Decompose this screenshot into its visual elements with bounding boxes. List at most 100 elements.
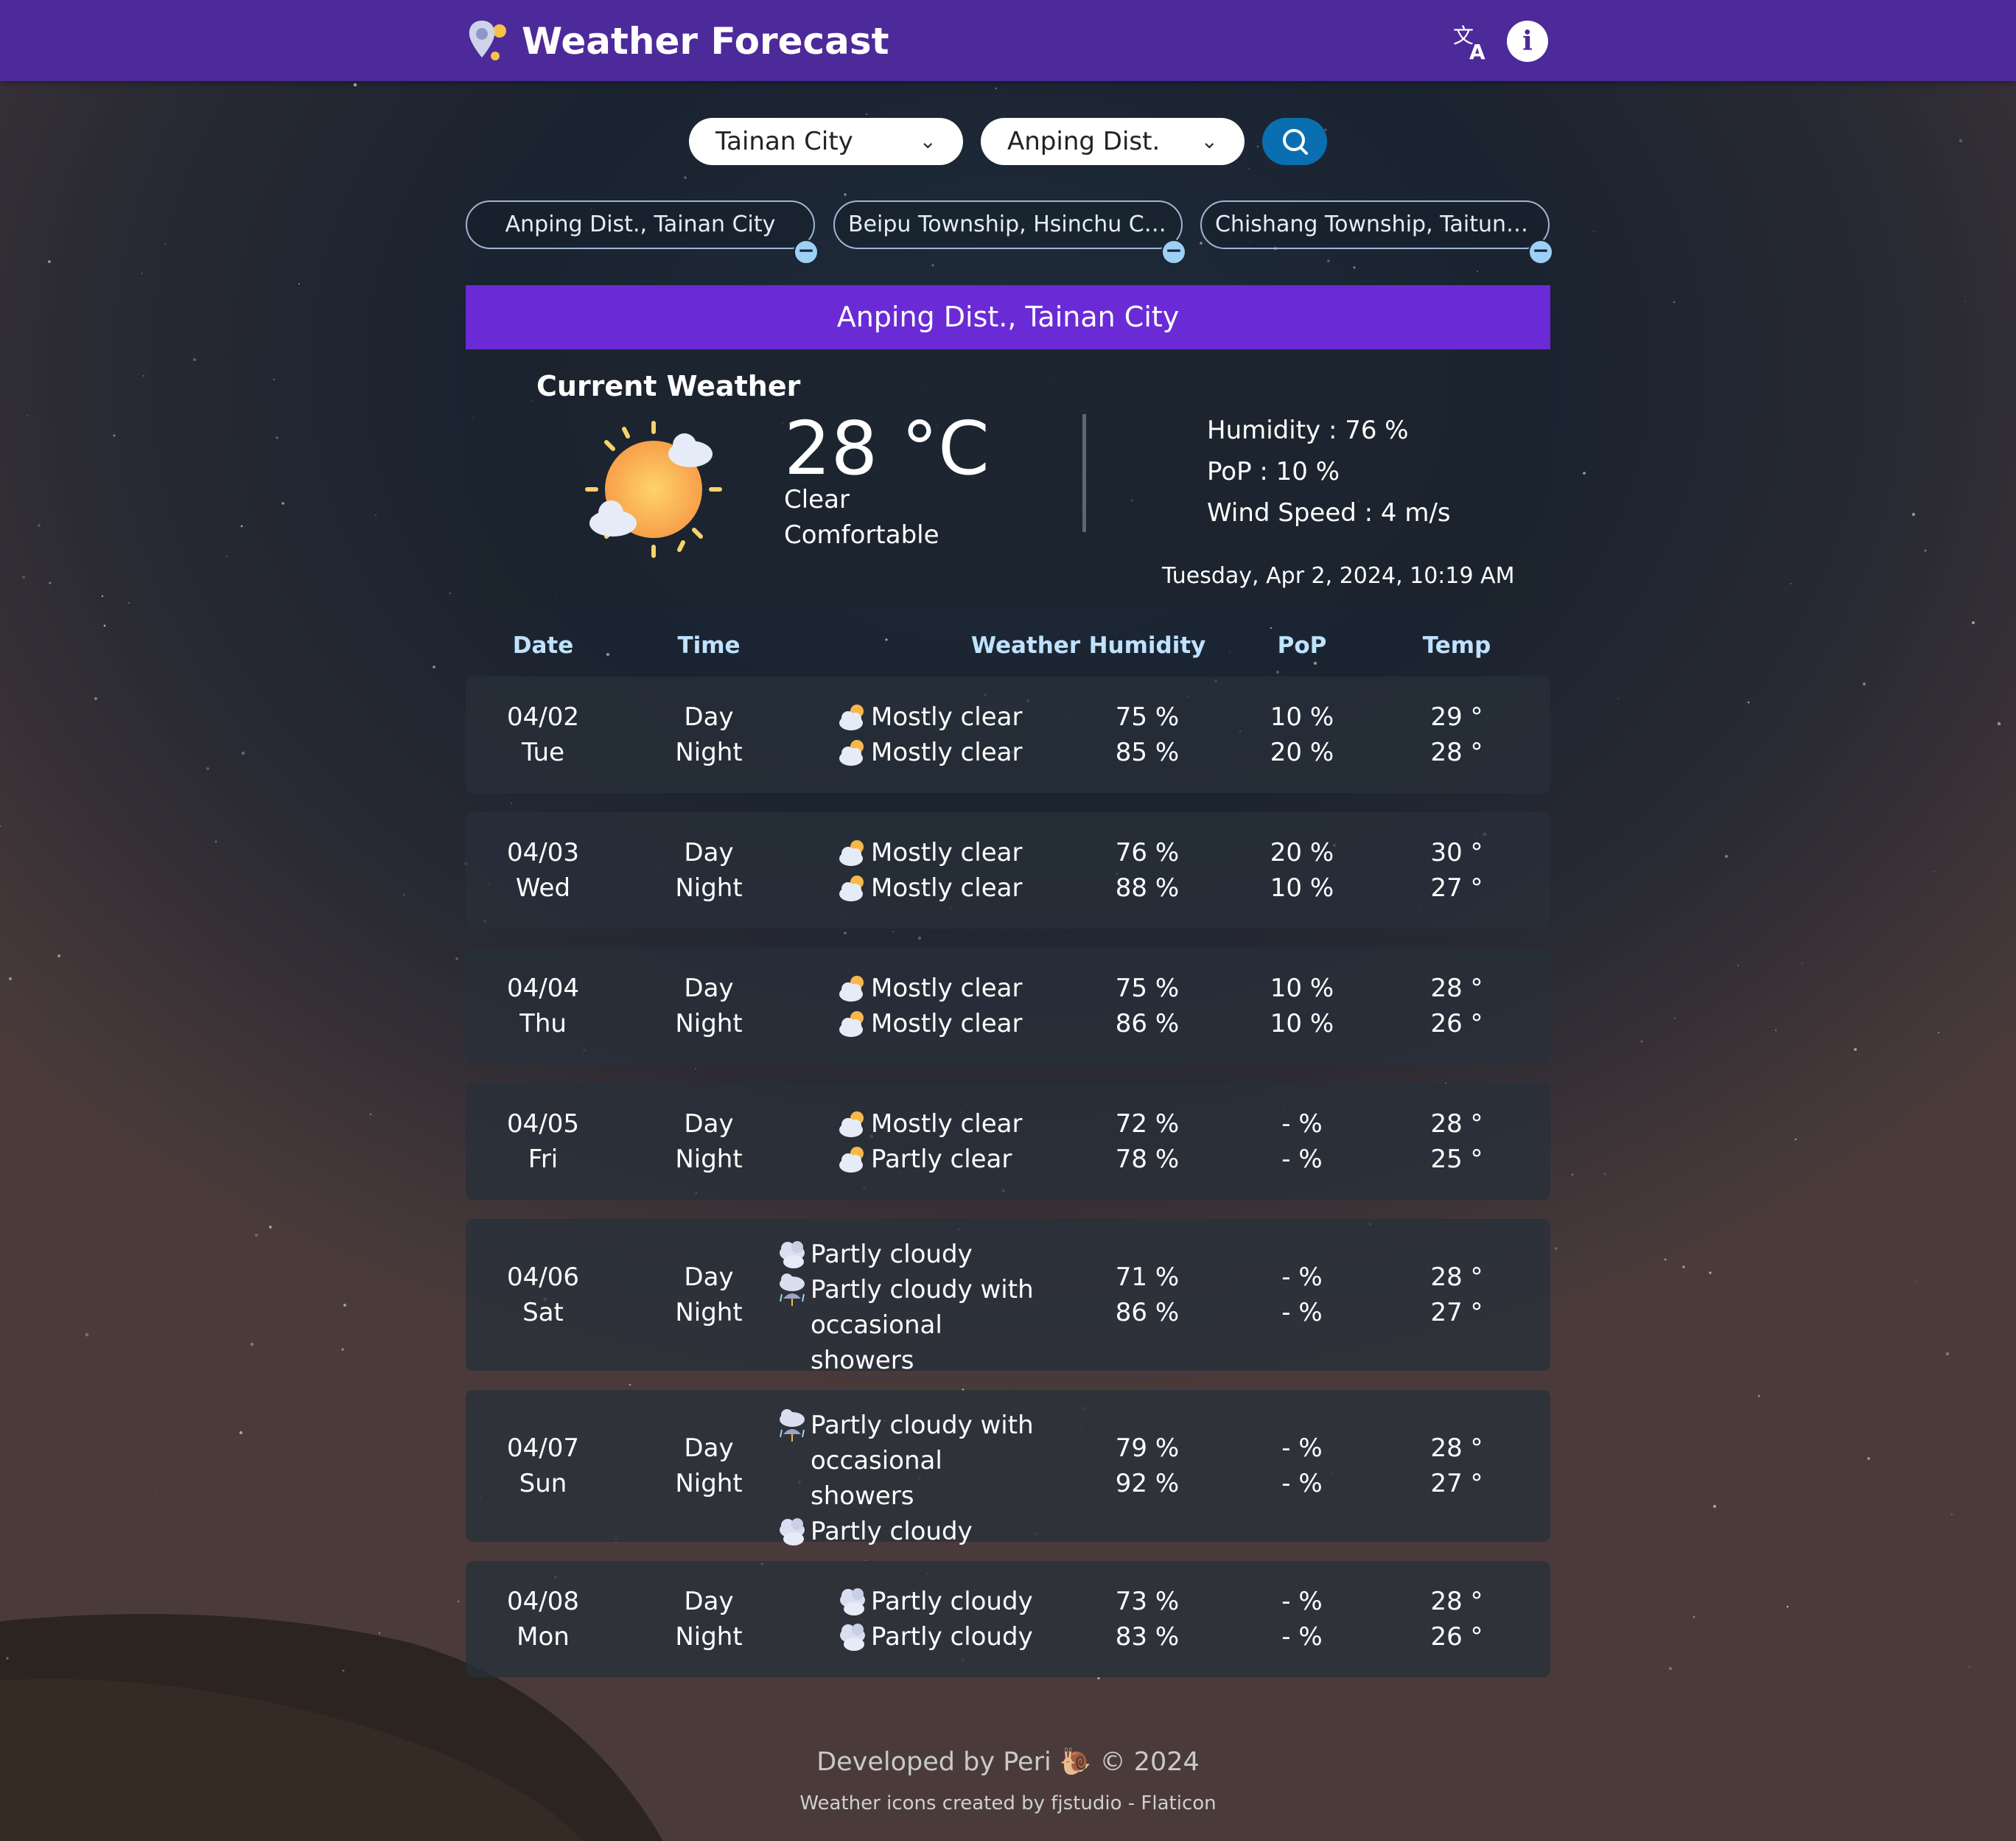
info-icon[interactable]: i (1507, 21, 1548, 62)
weather-location-logo-icon (469, 21, 506, 60)
date-cell-day: 04/03 (507, 838, 579, 867)
footer-copyright: © 2024 (1099, 1747, 1200, 1777)
current-temperature: 28 °C (784, 405, 990, 492)
forecast-row: 04/08 Mon Day Night 73 % 83 % - % - % 28 ° 26 ° Pa… (466, 1561, 1550, 1677)
temp-cell-night: 27 ° (1430, 873, 1483, 903)
cloud-icon (840, 1588, 865, 1615)
saved-location-chip[interactable]: Anping Dist., Tainan City (466, 200, 815, 249)
forecast-row: 04/02 Tue Day Night 75 % 85 % 10 % 20 % 29 ° 28 °… (466, 677, 1550, 793)
date-cell-night: Sun (519, 1469, 567, 1498)
pop-cell-day: - % (1281, 1433, 1323, 1463)
app-header: Weather Forecast 文 A i (0, 0, 2016, 81)
temp-cell-day: 28 ° (1430, 1433, 1483, 1463)
sun-cloud-icon (839, 1111, 864, 1137)
current-wind-speed: Wind Speed : 4 m/s (1207, 498, 1451, 528)
time-label: Night (675, 1298, 743, 1327)
pop-cell-day: - % (1281, 1109, 1323, 1139)
date-cell-night: Wed (515, 873, 571, 903)
sun-cloud-icon (839, 840, 864, 866)
time-label: Day (684, 1587, 734, 1616)
weather-cell: Mostly clear Mostly clear (834, 699, 1144, 770)
pop-cell-night: 10 % (1270, 873, 1334, 903)
city-select-value: Tainan City (715, 127, 853, 156)
pop-cell: 10 % 10 % (1243, 971, 1361, 1041)
sun-cloud-icon (839, 876, 864, 901)
weather-cell: Mostly clear Partly clear (834, 1106, 1144, 1177)
weather-line: Partly cloudy (774, 1514, 1083, 1549)
weather-cell: Partly cloudy with occasional showers Par… (774, 1408, 1083, 1549)
city-select[interactable]: Tainan City ⌄ (689, 118, 963, 165)
pop-cell-night: - % (1281, 1622, 1323, 1652)
col-header-temp: Temp (1422, 632, 1491, 659)
weather-description: Mostly clear (871, 974, 1023, 1003)
time-label: Night (675, 1145, 743, 1174)
sun-cloud-icon (839, 976, 864, 1002)
pop-cell-night: 10 % (1270, 1009, 1334, 1038)
temp-cell: 28 ° 27 ° (1398, 1260, 1516, 1330)
footer-credits[interactable]: Weather icons created by fjstudio - Flat… (0, 1792, 2016, 1814)
weather-cell: Mostly clear Mostly clear (834, 835, 1144, 906)
temp-cell: 28 ° 25 ° (1398, 1106, 1516, 1177)
temp-cell-day: 29 ° (1430, 702, 1483, 732)
humidity-cell-night: 92 % (1115, 1469, 1180, 1498)
temp-cell-day: 28 ° (1430, 1587, 1483, 1616)
search-icon (1283, 129, 1308, 155)
date-cell-day: 04/05 (507, 1109, 579, 1139)
pop-cell: - % - % (1243, 1106, 1361, 1177)
time-label: Day (684, 974, 734, 1003)
remove-location-button[interactable]: − (1528, 240, 1553, 265)
forecast-row: 04/03 Wed Day Night 76 % 88 % 20 % 10 % 30 ° 27 °… (466, 812, 1550, 929)
saved-location-chip[interactable]: Chishang Township, Taitung County (1200, 200, 1550, 249)
date-cell: 04/05 Fri (499, 1106, 587, 1177)
sun-cloud-icon (839, 740, 864, 766)
pop-cell-night: - % (1281, 1298, 1323, 1327)
weather-line: Mostly clear (834, 735, 1144, 770)
remove-location-button[interactable]: − (1161, 240, 1186, 265)
district-select[interactable]: Anping Dist. ⌄ (981, 118, 1245, 165)
temp-cell-day: 28 ° (1430, 974, 1483, 1003)
time-cell: Day Night (650, 1584, 768, 1655)
weather-description: Partly cloudy (871, 1622, 1033, 1652)
temp-cell-night: 26 ° (1430, 1622, 1483, 1652)
temp-cell: 29 ° 28 ° (1398, 699, 1516, 770)
time-cell: Day Night (650, 835, 768, 906)
saved-location-chip[interactable]: Beipu Township, Hsinchu County (833, 200, 1183, 249)
weather-line: Mostly clear (834, 699, 1144, 735)
date-cell: 04/08 Mon (499, 1584, 587, 1655)
remove-location-button[interactable]: − (794, 240, 819, 265)
footer-developer: Developed by Peri 🐌 © 2024 (0, 1747, 2016, 1777)
weather-line: Mostly clear (834, 1006, 1144, 1041)
pop-cell: - % - % (1243, 1260, 1361, 1330)
divider (1082, 414, 1086, 532)
time-cell: Day Night (650, 1260, 768, 1330)
pop-cell: - % - % (1243, 1430, 1361, 1501)
weather-description: Mostly clear (871, 873, 1023, 903)
search-button[interactable] (1262, 118, 1327, 165)
col-header-humidity: Humidity (1088, 632, 1206, 659)
weather-description: Partly cloudy (811, 1240, 973, 1269)
weather-line: Partly cloudy (774, 1237, 1083, 1272)
temp-cell-day: 28 ° (1430, 1109, 1483, 1139)
temp-cell-night: 27 ° (1430, 1298, 1483, 1327)
weather-description: Partly cloudy with occasional showers (811, 1411, 1034, 1511)
forecast-row: 04/05 Fri Day Night 72 % 78 % - % - % 28 ° 25 ° Mo… (466, 1083, 1550, 1200)
pop-cell: 20 % 10 % (1243, 835, 1361, 906)
current-comfort: Comfortable (784, 520, 939, 550)
weather-description: Mostly clear (871, 838, 1023, 867)
weather-description: Partly cloudy with occasional showers (811, 1275, 1034, 1375)
pop-cell-night: - % (1281, 1469, 1323, 1498)
translate-icon[interactable]: 文 A (1452, 21, 1493, 62)
weather-description: Partly cloudy (871, 1587, 1033, 1616)
col-header-date: Date (512, 632, 574, 659)
current-datetime: Tuesday, Apr 2, 2024, 10:19 AM (1162, 563, 1515, 589)
date-cell-night: Sat (522, 1298, 564, 1327)
temp-cell: 28 ° 26 ° (1398, 971, 1516, 1041)
svg-text:A: A (1469, 40, 1485, 62)
date-cell: 04/04 Thu (499, 971, 587, 1041)
temp-cell-night: 27 ° (1430, 1469, 1483, 1498)
weather-line: Mostly clear (834, 835, 1144, 870)
weather-description: Partly cloudy (811, 1517, 973, 1546)
rain-cloud-icon (780, 1409, 805, 1442)
forecast-row: 04/04 Thu Day Night 75 % 86 % 10 % 10 % 28 ° 26 °… (466, 948, 1550, 1064)
time-label: Day (684, 1262, 734, 1292)
